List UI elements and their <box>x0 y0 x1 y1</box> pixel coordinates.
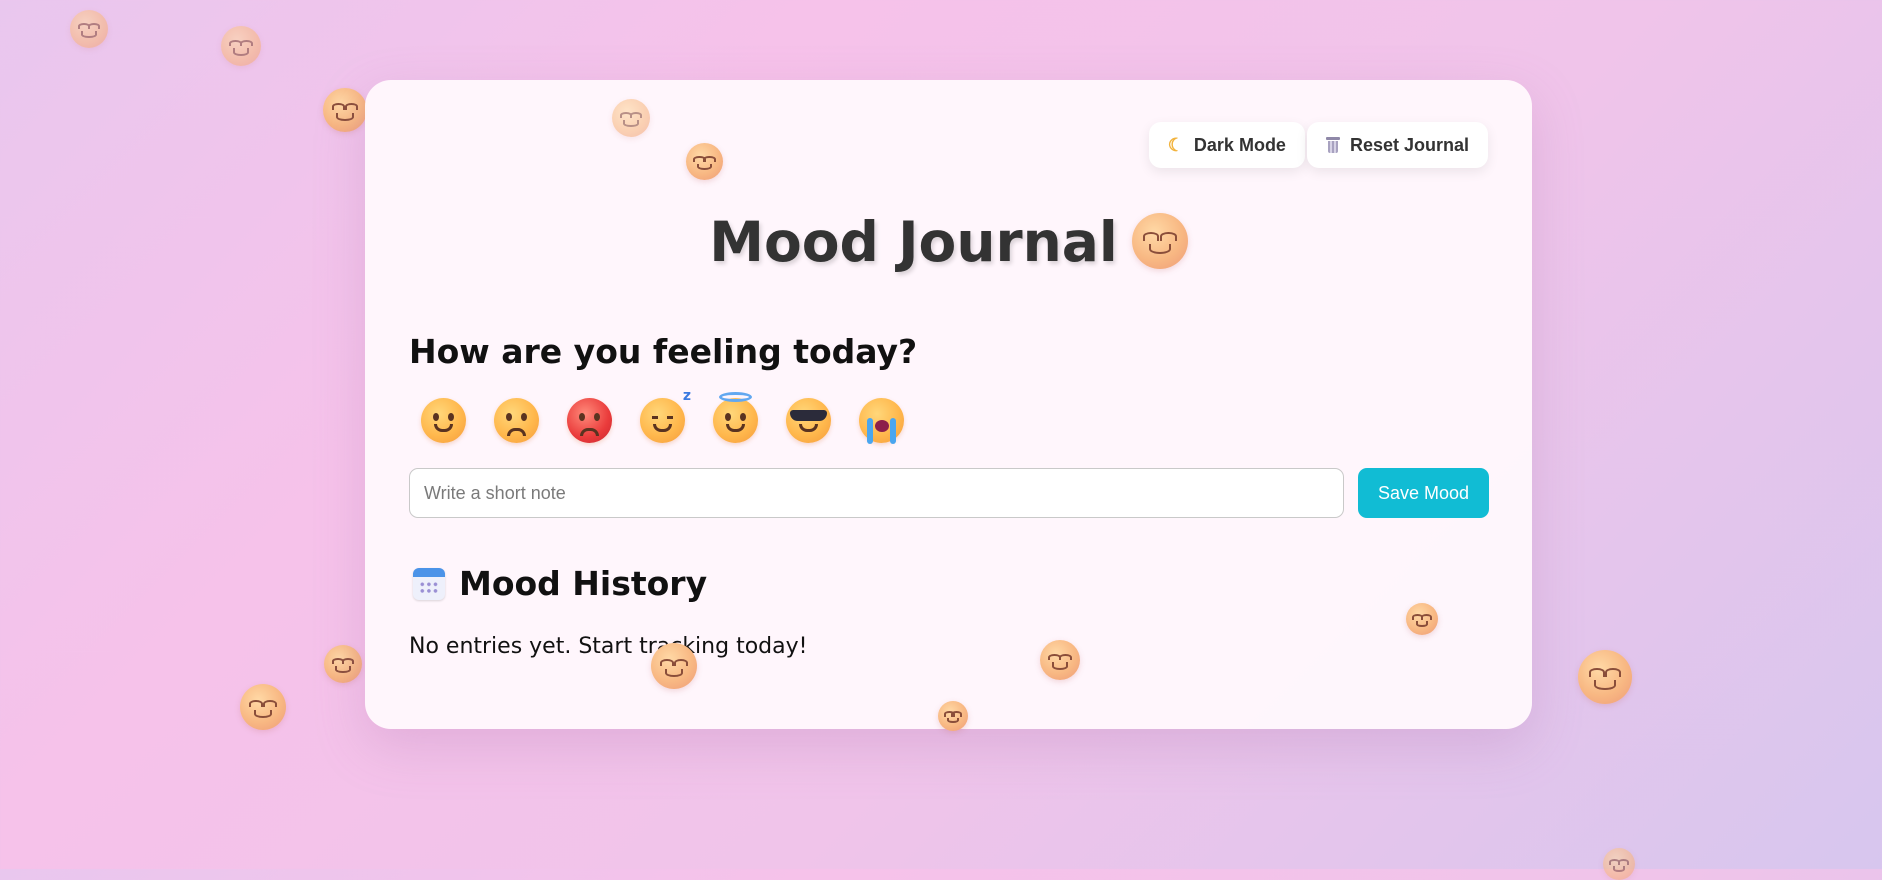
calendar-icon <box>413 567 445 600</box>
moon-icon: ☾ <box>1167 134 1184 155</box>
mood-selector: z <box>421 388 904 444</box>
mood-blessed-icon[interactable] <box>713 392 758 443</box>
floating-smile-icon <box>221 26 261 66</box>
empty-history-message: No entries yet. Start tracking today! <box>409 634 808 659</box>
floating-smile-icon <box>612 99 650 137</box>
mood-happy-icon[interactable] <box>421 398 466 443</box>
reset-journal-label: Reset Journal <box>1349 134 1469 155</box>
feeling-question: How are you feeling today? <box>409 332 918 371</box>
mood-history-heading: Mood History <box>413 564 707 603</box>
wastebasket-icon <box>1325 137 1340 153</box>
floating-smile-icon <box>1040 640 1080 680</box>
note-input[interactable] <box>409 468 1344 518</box>
floating-smile-icon <box>1603 848 1635 880</box>
mood-sleepy-icon[interactable]: z <box>640 388 691 443</box>
floating-smile-icon <box>651 643 697 689</box>
dark-mode-button[interactable]: ☾ Dark Mode <box>1148 122 1305 168</box>
dark-mode-label: Dark Mode <box>1193 134 1286 155</box>
page-title: Mood Journal <box>365 210 1532 274</box>
floating-smile-icon <box>70 10 108 48</box>
mood-cool-icon[interactable] <box>786 398 831 443</box>
floating-smile-icon <box>686 143 723 180</box>
header-actions: ☾ Dark Mode Reset Journal <box>1148 122 1488 168</box>
save-mood-button[interactable]: Save Mood <box>1358 468 1489 518</box>
floating-smile-icon <box>240 684 286 730</box>
smiling-face-icon <box>1131 213 1188 269</box>
floating-smile-icon <box>938 701 968 731</box>
reset-journal-button[interactable]: Reset Journal <box>1306 122 1488 168</box>
mood-worried-icon[interactable] <box>494 398 539 443</box>
mood-angry-icon[interactable] <box>567 398 612 443</box>
floating-smile-icon <box>1578 650 1632 704</box>
mood-history-title: Mood History <box>459 564 708 603</box>
floating-smile-icon <box>323 88 367 132</box>
mood-crying-icon[interactable] <box>859 398 904 444</box>
floating-smile-icon <box>324 645 362 683</box>
page-title-text: Mood Journal <box>709 210 1118 274</box>
floating-smile-icon <box>1406 603 1438 635</box>
journal-card: ☾ Dark Mode Reset Journal Mood Journal H… <box>365 80 1532 731</box>
